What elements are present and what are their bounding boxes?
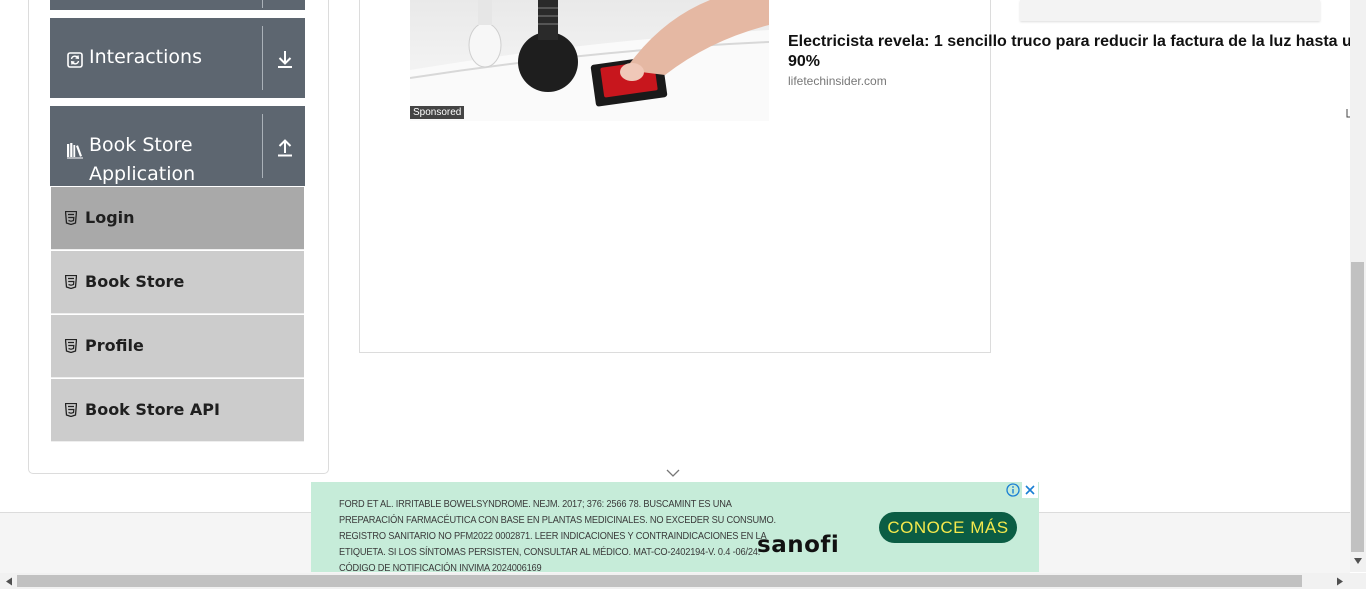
ad-thumbnail-partial[interactable]: [1020, 0, 1320, 21]
group-header-interactions[interactable]: Interactions: [50, 18, 305, 98]
power-strip-image: [410, 0, 769, 121]
html5-icon: [65, 211, 77, 225]
menu-item-label: Login: [85, 208, 135, 227]
cta-button[interactable]: CONOCE MÁS: [879, 512, 1017, 543]
menu-item-label: Book Store: [85, 272, 185, 291]
group-header-partial[interactable]: [50, 0, 305, 10]
ad-image[interactable]: [410, 0, 769, 121]
group-separator: [262, 26, 263, 90]
refresh-icon: [67, 52, 83, 68]
horizontal-scroll-thumb[interactable]: [17, 575, 1302, 587]
info-icon[interactable]: [1006, 483, 1020, 497]
ad-domain[interactable]: lifetechinsider.com: [788, 74, 887, 88]
ad-headline[interactable]: Electricista revela: 1 sencillo truco pa…: [788, 32, 1358, 72]
sponsored-label: Sponsored: [410, 106, 465, 119]
group-title-line2: Application: [89, 163, 196, 185]
menu-item-label: Book Store API: [85, 400, 220, 419]
group-title: Interactions: [89, 46, 202, 68]
group-title-line1: Book Store: [89, 134, 193, 156]
close-icon[interactable]: [1022, 482, 1038, 498]
html5-icon: [65, 403, 77, 417]
group-separator: [262, 0, 263, 8]
html5-icon: [65, 275, 77, 289]
group-header-book-store-application[interactable]: Book Store Application: [50, 106, 305, 186]
download-arrow-icon[interactable]: [274, 48, 296, 70]
ad-disclaimer: FORD ET AL. IRRITABLE BOWELSYNDROME. NEJ…: [339, 498, 776, 574]
scroll-left-arrow-icon[interactable]: [5, 577, 13, 586]
scroll-down-arrow-icon[interactable]: [1353, 557, 1363, 565]
html5-icon: [65, 339, 77, 353]
scroll-right-arrow-icon[interactable]: [1336, 577, 1344, 586]
brand-logo: sanofi: [757, 532, 840, 558]
menu-item-login[interactable]: Login: [51, 187, 304, 250]
upload-arrow-icon[interactable]: [274, 136, 296, 158]
menu-item-label: Profile: [85, 336, 144, 355]
vertical-scroll-thumb[interactable]: [1351, 262, 1364, 552]
chevron-down-icon[interactable]: [666, 468, 680, 478]
menu-item-profile[interactable]: Profile: [51, 315, 304, 378]
books-icon: [67, 143, 83, 159]
menu-item-book-store-api[interactable]: Book Store API: [51, 379, 304, 442]
menu-item-book-store[interactable]: Book Store: [51, 251, 304, 314]
group-separator: [262, 114, 263, 178]
